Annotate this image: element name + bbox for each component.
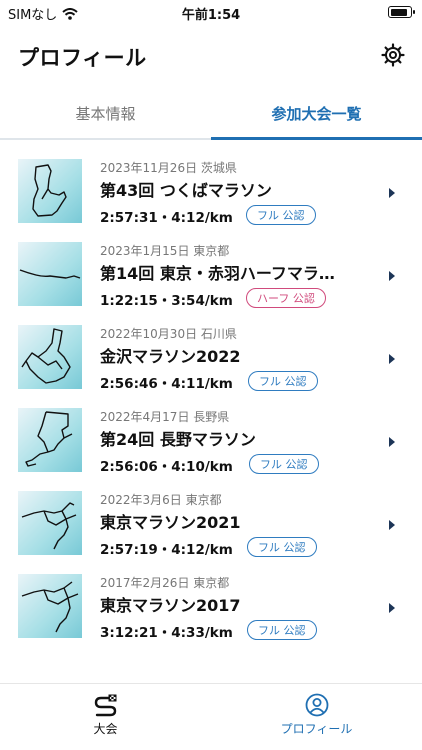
race-prefecture: 東京都 (193, 576, 230, 590)
race-date: 2022年10月30日 (100, 327, 198, 341)
race-time-pace: 3:12:21・4:33/km (100, 625, 233, 641)
official-badge: ハーフ 公認 (246, 288, 326, 308)
course-map-thumbnail (18, 574, 82, 638)
race-date-location: 2022年3月6日 東京都 (100, 491, 222, 508)
race-prefecture: 長野県 (193, 410, 230, 424)
nav-profile[interactable]: プロフィール (211, 684, 422, 744)
race-prefecture: 東京都 (193, 244, 230, 258)
nav-races-label: 大会 (93, 722, 118, 736)
active-tab-indicator (211, 137, 422, 140)
race-name: 東京マラソン2017 (100, 596, 241, 615)
race-list-item[interactable]: 2022年10月30日 石川県 金沢マラソン2022 2:56:46・4:11/… (0, 318, 422, 401)
course-map-thumbnail (18, 325, 82, 389)
race-name: 金沢マラソン2022 (100, 347, 241, 366)
nav-profile-label: プロフィール (280, 722, 353, 736)
gear-icon[interactable] (380, 42, 406, 68)
race-list-item[interactable]: 2023年1月15日 東京都 第14回 東京・赤羽ハーフマラ… 1:22:15・… (0, 235, 422, 318)
race-name: 東京マラソン2021 (100, 513, 241, 532)
race-date-location: 2017年2月26日 東京都 (100, 574, 229, 591)
official-badge: フル 公認 (246, 205, 316, 225)
official-badge: フル 公認 (247, 537, 317, 557)
race-date: 2023年1月15日 (100, 244, 190, 258)
header: プロフィール (0, 26, 422, 84)
course-map-thumbnail (18, 242, 82, 306)
course-map-thumbnail (18, 408, 82, 472)
race-list-item[interactable]: 2023年11月26日 茨城県 第43回 つくばマラソン 2:57:31・4:1… (0, 152, 422, 235)
page-title: プロフィール (18, 46, 147, 70)
bottom-tab-bar: 大会 プロフィール (0, 683, 422, 750)
race-prefecture: 東京都 (185, 493, 222, 507)
race-prefecture: 石川県 (200, 327, 237, 341)
chevron-right-icon (389, 271, 395, 281)
race-name: 第14回 東京・赤羽ハーフマラ… (100, 264, 335, 283)
profile-icon (305, 693, 328, 717)
race-date: 2017年2月26日 (100, 576, 190, 590)
profile-tabs: 基本情報 参加大会一覧 (0, 88, 422, 140)
chevron-right-icon (389, 354, 395, 364)
race-time-pace: 1:22:15・3:54/km (100, 293, 233, 309)
course-map-thumbnail (18, 491, 82, 555)
chevron-right-icon (389, 188, 395, 198)
race-date-location: 2023年11月26日 茨城県 (100, 159, 237, 176)
race-time-pace: 2:57:19・4:12/km (100, 542, 233, 558)
race-date: 2022年4月17日 (100, 410, 190, 424)
race-time-pace: 2:56:06・4:10/km (100, 459, 233, 475)
tab-race-list[interactable]: 参加大会一覧 (211, 88, 422, 138)
battery-icon (388, 6, 415, 18)
race-list-item[interactable]: 2022年4月17日 長野県 第24回 長野マラソン 2:56:06・4:10/… (0, 401, 422, 484)
race-time-pace: 2:56:46・4:11/km (100, 376, 233, 392)
race-prefecture: 茨城県 (200, 161, 237, 175)
race-name: 第24回 長野マラソン (100, 430, 256, 449)
race-date: 2023年11月26日 (100, 161, 198, 175)
course-map-thumbnail (18, 159, 82, 223)
clock: 午前1:54 (181, 8, 241, 23)
race-time-pace: 2:57:31・4:12/km (100, 210, 233, 226)
chevron-right-icon (389, 520, 395, 530)
official-badge: フル 公認 (248, 371, 318, 391)
race-list: 2023年11月26日 茨城県 第43回 つくばマラソン 2:57:31・4:1… (0, 152, 422, 650)
nav-races[interactable]: 大会 (0, 684, 211, 744)
race-icon (94, 694, 116, 717)
race-date: 2022年3月6日 (100, 493, 182, 507)
race-date-location: 2023年1月15日 東京都 (100, 242, 229, 259)
race-list-item[interactable]: 2017年2月26日 東京都 東京マラソン2017 3:12:21・4:33/k… (0, 567, 422, 650)
race-name: 第43回 つくばマラソン (100, 181, 272, 200)
tab-basic-info[interactable]: 基本情報 (0, 88, 211, 138)
race-date-location: 2022年4月17日 長野県 (100, 408, 229, 425)
race-date-location: 2022年10月30日 石川県 (100, 325, 237, 342)
status-bar: SIMなし 午前1:54 (0, 0, 422, 26)
chevron-right-icon (389, 437, 395, 447)
official-badge: フル 公認 (247, 620, 317, 640)
official-badge: フル 公認 (249, 454, 319, 474)
chevron-right-icon (389, 603, 395, 613)
race-list-item[interactable]: 2022年3月6日 東京都 東京マラソン2021 2:57:19・4:12/km… (0, 484, 422, 567)
